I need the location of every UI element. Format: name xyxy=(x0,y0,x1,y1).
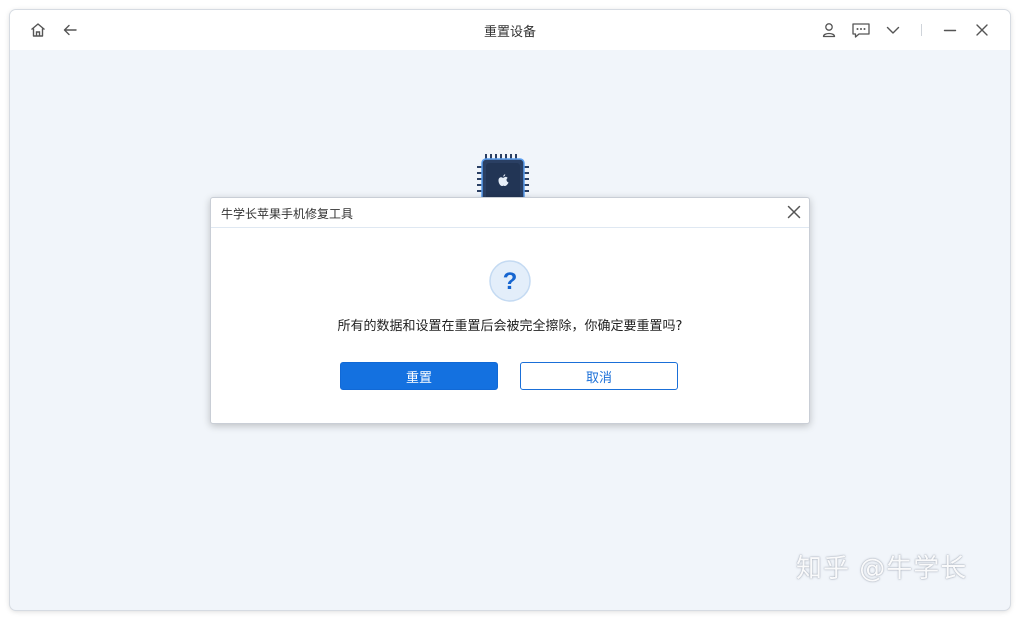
user-icon[interactable] xyxy=(819,20,839,40)
dialog-title: 牛学长苹果手机修复工具 xyxy=(221,207,354,221)
titlebar-divider xyxy=(921,24,922,36)
question-mark-glyph: ? xyxy=(503,268,518,295)
chevron-down-icon[interactable] xyxy=(883,20,903,40)
reset-button[interactable]: 重置 xyxy=(340,362,498,390)
app-window: 重置设备 牛学长苹果手机修复工具 ? 所有的数据和设置在重置后会被完全擦除，你确… xyxy=(10,10,1010,610)
feedback-icon[interactable] xyxy=(851,20,871,40)
question-mark-icon: ? xyxy=(489,260,531,302)
cancel-button[interactable]: 取消 xyxy=(520,362,678,390)
dialog-header: 牛学长苹果手机修复工具 xyxy=(211,198,809,228)
minimize-icon[interactable] xyxy=(940,20,960,40)
titlebar: 重置设备 xyxy=(10,10,1010,50)
confirm-reset-dialog: 牛学长苹果手机修复工具 ? 所有的数据和设置在重置后会被完全擦除，你确定要重置吗… xyxy=(210,197,810,424)
dialog-close-icon[interactable] xyxy=(785,203,803,221)
dialog-message: 所有的数据和设置在重置后会被完全擦除，你确定要重置吗? xyxy=(337,319,683,334)
close-icon[interactable] xyxy=(972,20,992,40)
watermark: 知乎 @牛学长 xyxy=(796,554,968,584)
